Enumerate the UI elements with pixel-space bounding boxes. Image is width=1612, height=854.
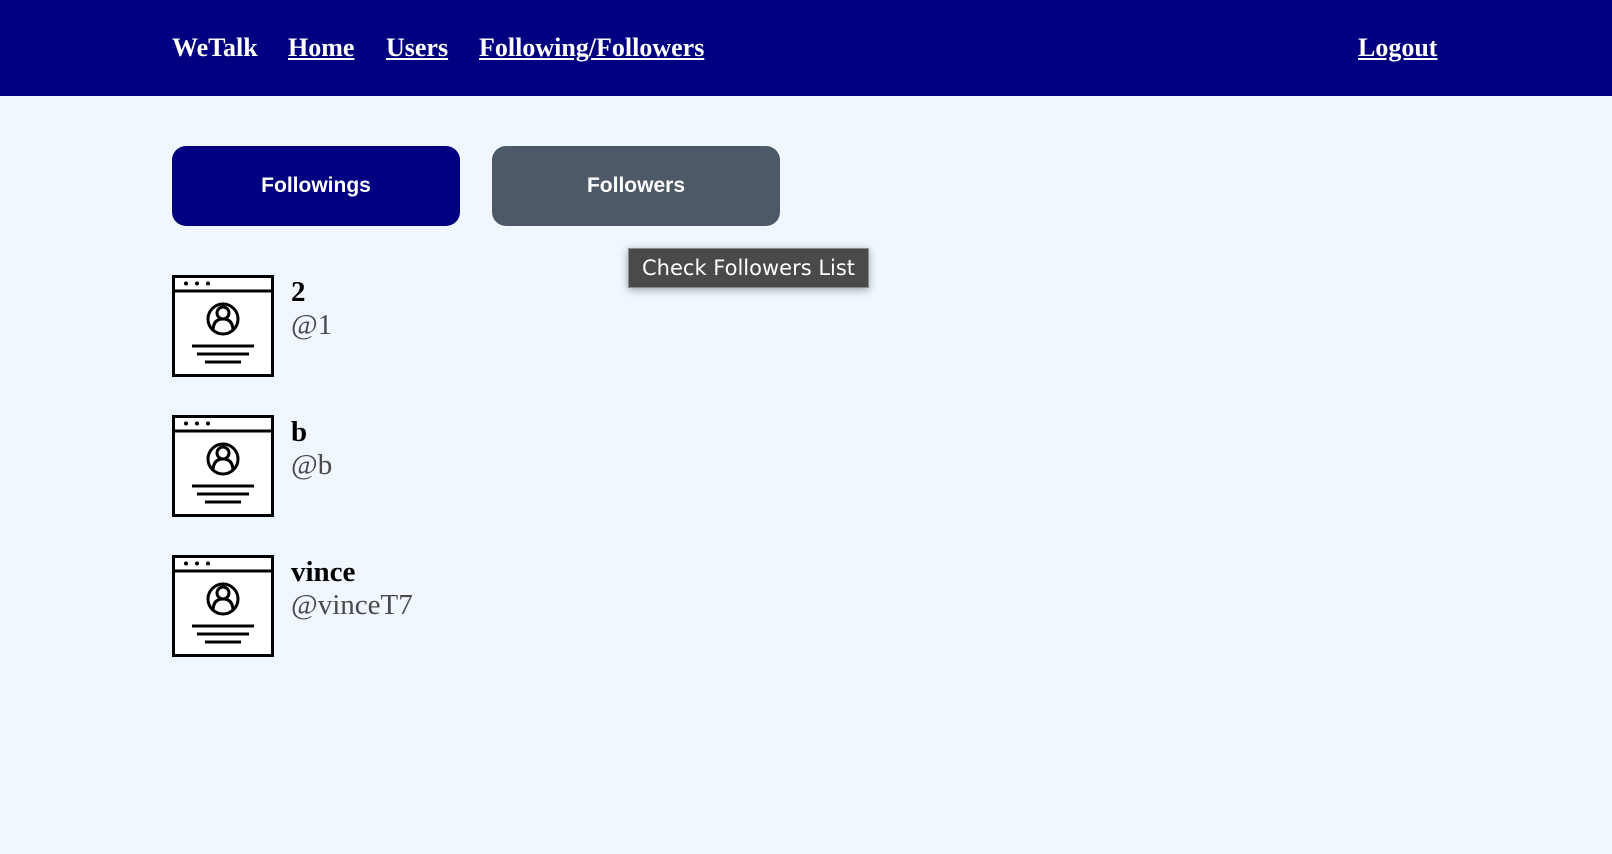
nav-link-following-followers[interactable]: Following/Followers <box>479 30 704 66</box>
nav-link-users[interactable]: Users <box>386 30 448 66</box>
user-list-item[interactable]: vince @vinceT7 <box>172 555 572 659</box>
profile-page-icon <box>172 275 274 377</box>
followings-tab-button[interactable]: Followings <box>172 146 460 226</box>
user-handle: @vinceT7 <box>291 589 413 621</box>
nav-link-home[interactable]: Home <box>288 30 354 66</box>
brand-logo[interactable]: WeTalk <box>172 30 258 66</box>
user-display-name: b <box>291 416 308 448</box>
followers-tab-button[interactable]: Followers <box>492 146 780 226</box>
logout-link[interactable]: Logout <box>1358 30 1437 66</box>
user-handle: @b <box>291 449 333 481</box>
followers-tooltip: Check Followers List <box>628 248 870 288</box>
top-navbar: WeTalk Home Users Following/Followers Lo… <box>0 0 1612 96</box>
user-list-item[interactable]: 2 @1 <box>172 275 572 379</box>
user-display-name: 2 <box>291 276 306 308</box>
user-display-name: vince <box>291 556 356 588</box>
user-handle: @1 <box>291 309 333 341</box>
profile-page-icon <box>172 415 274 517</box>
profile-page-icon <box>172 555 274 657</box>
user-list-item[interactable]: b @b <box>172 415 572 519</box>
